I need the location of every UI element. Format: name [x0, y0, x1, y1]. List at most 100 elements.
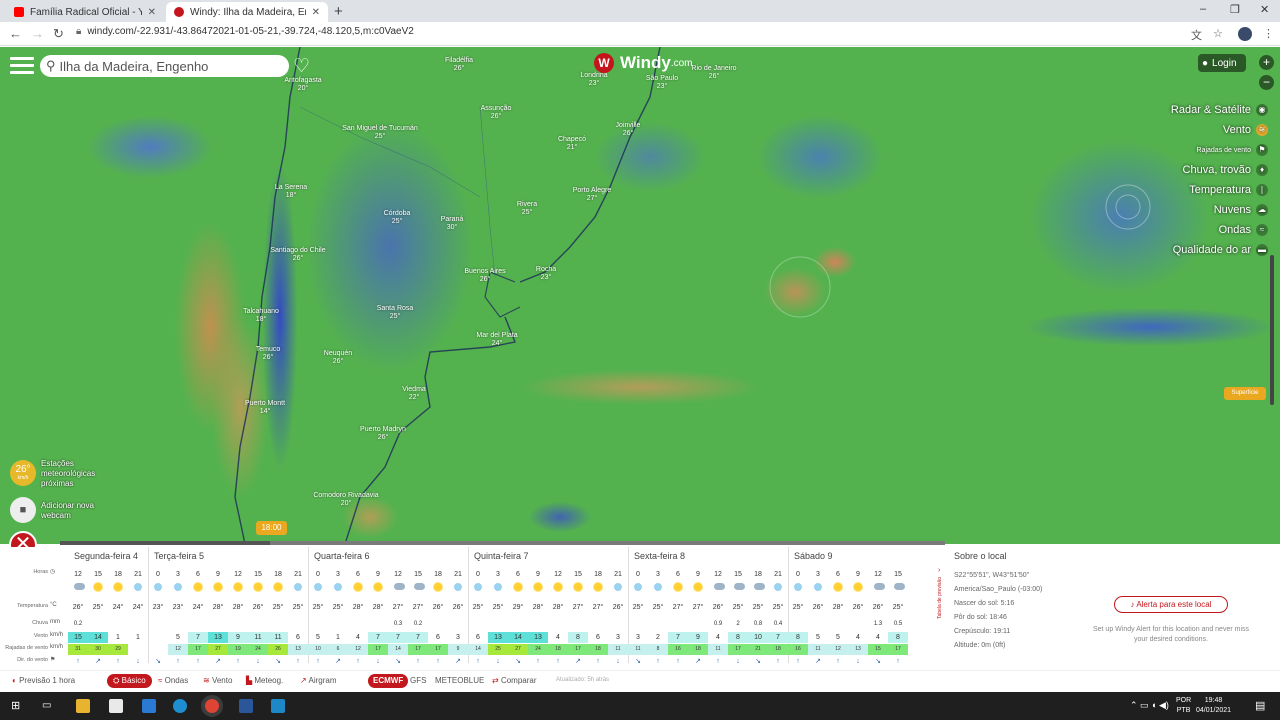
- layer-radar[interactable]: Radar & Satélite ◉: [1128, 100, 1268, 120]
- zoom-out-button[interactable]: −: [1259, 75, 1274, 90]
- new-tab-icon[interactable]: +: [334, 3, 343, 20]
- city-label[interactable]: Buenos Aires 26°: [464, 268, 505, 284]
- city-label[interactable]: Rio de Janeiro 26°: [691, 65, 736, 81]
- basic-tab[interactable]: ⛭ Básico: [107, 674, 152, 688]
- reload-icon[interactable]: ↻: [53, 26, 64, 42]
- close-tab-icon[interactable]: ✕: [312, 7, 320, 18]
- stations-link[interactable]: Estações meteorológicas próximas: [41, 459, 95, 489]
- time-bubble[interactable]: 18:00: [256, 521, 287, 535]
- alert-button[interactable]: ♪ Alerta para este local: [1114, 596, 1228, 613]
- city-label[interactable]: Talcahuano 18°: [243, 308, 279, 324]
- waves-tab[interactable]: ≈ Ondas: [158, 676, 188, 685]
- model-meteoblue[interactable]: METEOBLUE: [435, 676, 484, 685]
- translate-icon[interactable]: 文: [1191, 27, 1202, 43]
- wind-tab[interactable]: ≋ Vento: [203, 676, 232, 685]
- preview-toggle[interactable]: ◐ Previsão 1 hora: [12, 676, 75, 685]
- tab-windy[interactable]: Windy: Ilha da Madeira, Engenho ✕: [166, 2, 328, 22]
- task-view-icon[interactable]: ▭: [42, 699, 56, 713]
- layer-clouds[interactable]: Nuvens ☁: [1128, 200, 1268, 220]
- search-icon: ⚲: [46, 58, 56, 73]
- login-button[interactable]: ● Login: [1198, 54, 1246, 72]
- chevron-right-icon[interactable]: ›: [938, 567, 940, 574]
- wind-map[interactable]: Filadélfia 26° Antofagasta 20° Assunção 26°…: [0, 47, 1280, 544]
- model-ecmwf[interactable]: ECMWF: [368, 674, 409, 688]
- city-label[interactable]: Assunção 26°: [481, 105, 512, 121]
- windows-start-icon[interactable]: ⊞: [11, 699, 25, 713]
- city-label[interactable]: Antofagasta 20°: [284, 77, 321, 93]
- city-label[interactable]: La Serena 18°: [275, 184, 307, 200]
- station-temp-badge[interactable]: 26° km/h: [10, 460, 36, 486]
- layer-waves[interactable]: Ondas ≈: [1128, 220, 1268, 240]
- windy-logo[interactable]: W Windy .com: [594, 53, 693, 73]
- airgram-tab[interactable]: ↗ Airgram: [300, 676, 337, 685]
- city-label[interactable]: Porto Alegre 27°: [573, 187, 612, 203]
- wind-direction-arrow-icon: ↑: [356, 658, 360, 665]
- layer-rain[interactable]: Chuva, trovão ♦: [1128, 160, 1268, 180]
- webcam-link[interactable]: Adicionar nova webcam: [41, 501, 94, 521]
- wind-direction-arrow-icon: ↗: [455, 658, 461, 665]
- zoom-in-button[interactable]: +: [1259, 55, 1274, 70]
- compare-button[interactable]: ⇄ Comparar: [492, 676, 537, 685]
- city-label[interactable]: Rivera 25°: [517, 201, 537, 217]
- wind-direction-arrow-icon: ↑: [596, 658, 600, 665]
- model-gfs[interactable]: GFS: [410, 676, 426, 685]
- layer-label: Rajadas de vento: [1196, 146, 1251, 154]
- city-label[interactable]: Chapecó 21°: [558, 136, 586, 152]
- star-icon[interactable]: ☆: [1213, 27, 1223, 40]
- city-label[interactable]: Neuquén 26°: [324, 350, 352, 366]
- city-label[interactable]: Joinville 26°: [616, 122, 641, 138]
- tray-icons[interactable]: ⌃ ▭ ◖ ◀): [1130, 700, 1169, 711]
- layer-air[interactable]: Qualidade do ar ▬: [1128, 240, 1268, 260]
- city-label[interactable]: Puerto Montt 14°: [245, 400, 285, 416]
- city-label[interactable]: Filadélfia 26°: [445, 57, 473, 73]
- close-window-icon[interactable]: ✕: [1260, 3, 1269, 16]
- minimize-icon[interactable]: –: [1200, 3, 1206, 15]
- webcam-icon[interactable]: ■: [10, 497, 36, 523]
- close-tab-icon[interactable]: ✕: [148, 7, 156, 18]
- notification-icon[interactable]: ▤: [1255, 699, 1265, 712]
- meteogram-tab[interactable]: ▙ Meteog.: [246, 676, 283, 685]
- menu-dots-icon[interactable]: ⋮: [1263, 27, 1274, 40]
- city-label[interactable]: São Paulo 23°: [646, 75, 678, 91]
- word-icon[interactable]: [239, 699, 253, 713]
- edge-icon[interactable]: [173, 699, 187, 713]
- city-label[interactable]: Temuco 26°: [256, 346, 281, 362]
- layer-wind[interactable]: Vento ≋: [1128, 120, 1268, 140]
- tab-youtube[interactable]: Família Radical Oficial - YouTube ✕: [6, 2, 164, 22]
- chrome-icon[interactable]: [205, 699, 219, 713]
- city-label[interactable]: Córdoba 25°: [384, 210, 411, 226]
- language-indicator[interactable]: POR PTB: [1176, 696, 1191, 716]
- address-bar[interactable]: 🔒︎ windy.com/-22.931/-43.86472021-01-05-2…: [76, 26, 414, 37]
- city-label[interactable]: Viedma 22°: [402, 386, 426, 402]
- taskbar-clock[interactable]: 19:48 04/01/2021: [1196, 696, 1231, 716]
- city-label[interactable]: Paraná 30°: [441, 216, 464, 232]
- wind-direction-arrow-icon: ↗: [335, 658, 341, 665]
- file-explorer-icon[interactable]: [76, 699, 90, 713]
- altitude-surface-button[interactable]: Superfície: [1224, 387, 1266, 400]
- layer-gusts[interactable]: Rajadas de vento ⚑: [1128, 140, 1268, 160]
- store-icon[interactable]: [109, 699, 123, 713]
- city-label[interactable]: Mar del Plata 24°: [476, 332, 517, 348]
- avatar[interactable]: [1238, 27, 1252, 41]
- city-label[interactable]: Londrina 23°: [580, 72, 607, 88]
- heart-icon[interactable]: ♡: [293, 55, 310, 78]
- city-label[interactable]: Puerto Madryn 26°: [360, 426, 406, 442]
- gust-cell: 18: [548, 644, 568, 655]
- back-icon[interactable]: ←: [9, 26, 22, 41]
- city-label[interactable]: Santiago do Chile 26°: [270, 247, 325, 263]
- maximize-icon[interactable]: ❐: [1230, 3, 1240, 16]
- layer-temperature[interactable]: Temperatura ❘: [1128, 180, 1268, 200]
- timeline-bar[interactable]: [60, 541, 945, 545]
- gust-cell: 27: [508, 644, 528, 655]
- app-icon[interactable]: [271, 699, 285, 713]
- layer-scrollbar[interactable]: [1270, 255, 1274, 405]
- forward-icon[interactable]: →: [31, 26, 44, 41]
- menu-icon[interactable]: [10, 57, 34, 75]
- city-label[interactable]: Rocha 23°: [536, 266, 556, 282]
- search-input[interactable]: ⚲ Ilha da Madeira, Engenho: [40, 55, 289, 77]
- forecast-table-tab[interactable]: Tabela de previsão: [937, 577, 945, 619]
- city-label[interactable]: San Miguel de Tucumán 25°: [342, 125, 418, 141]
- city-label[interactable]: Santa Rosa 25°: [377, 305, 414, 321]
- city-label[interactable]: Comodoro Rivadavia 20°: [313, 492, 378, 508]
- mail-icon[interactable]: [142, 699, 156, 713]
